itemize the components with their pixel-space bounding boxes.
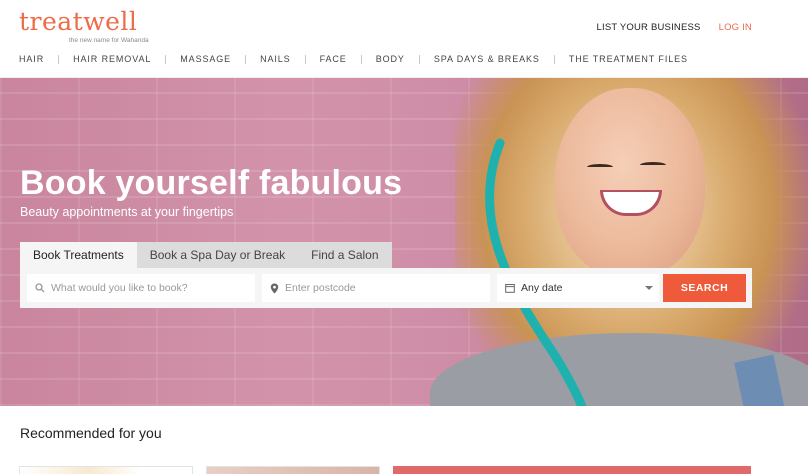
search-icon <box>35 283 45 293</box>
calendar-icon <box>505 283 515 293</box>
chevron-down-icon <box>645 286 653 290</box>
tab-book-spa-day[interactable]: Book a Spa Day or Break <box>136 242 299 268</box>
tab-find-salon[interactable]: Find a Salon <box>298 242 392 268</box>
nav-divider <box>553 54 555 64</box>
treatment-search-input[interactable] <box>51 282 255 294</box>
postcode-input[interactable] <box>285 282 490 294</box>
treatwell-logo[interactable]: treatwell the new name for Wahanda <box>19 7 149 45</box>
recommended-card[interactable] <box>19 466 193 474</box>
site-header: treatwell the new name for Wahanda LIST … <box>0 0 808 78</box>
recommended-heading: Recommended for you <box>20 425 162 441</box>
nav-item-hair[interactable]: HAIR <box>19 54 44 64</box>
nav-divider <box>304 54 306 64</box>
search-panel: Any date SEARCH <box>20 268 752 308</box>
postcode-field[interactable] <box>262 274 490 302</box>
nav-divider <box>165 54 167 64</box>
nav-divider <box>245 54 247 64</box>
nav-item-nails[interactable]: NAILS <box>260 54 291 64</box>
nav-divider <box>418 54 420 64</box>
recommended-card[interactable] <box>393 466 751 474</box>
search-button[interactable]: SEARCH <box>663 274 746 302</box>
logo-tagline: the new name for Wahanda <box>69 37 149 44</box>
hero-banner: Book yourself fabulous Beauty appointmen… <box>0 78 808 406</box>
hero-title: Book yourself fabulous <box>20 164 403 202</box>
location-pin-icon <box>270 283 279 294</box>
category-nav: HAIR HAIR REMOVAL MASSAGE NAILS FACE BOD… <box>19 54 688 64</box>
nav-item-treatment-files[interactable]: THE TREATMENT FILES <box>569 54 688 64</box>
list-your-business-link[interactable]: LIST YOUR BUSINESS <box>597 22 701 33</box>
logo-wordmark: treatwell <box>19 7 138 36</box>
treatment-search-field[interactable] <box>27 274 255 302</box>
hero-photo-eye <box>640 162 666 168</box>
nav-item-body[interactable]: BODY <box>376 54 405 64</box>
top-links: LIST YOUR BUSINESS LOG IN <box>597 22 753 33</box>
nav-item-hair-removal[interactable]: HAIR REMOVAL <box>73 54 151 64</box>
page: treatwell the new name for Wahanda LIST … <box>0 0 808 474</box>
date-select[interactable]: Any date <box>497 274 659 302</box>
recommended-card[interactable] <box>206 466 380 474</box>
nav-item-face[interactable]: FACE <box>320 54 347 64</box>
search-tabs: Book Treatments Book a Spa Day or Break … <box>20 242 392 268</box>
nav-divider <box>58 54 60 64</box>
date-select-value: Any date <box>521 282 563 294</box>
login-link[interactable]: LOG IN <box>719 22 752 33</box>
nav-item-spa-days[interactable]: SPA DAYS & BREAKS <box>434 54 540 64</box>
hero-subtitle: Beauty appointments at your fingertips <box>20 205 234 219</box>
nav-item-massage[interactable]: MASSAGE <box>180 54 231 64</box>
nav-divider <box>360 54 362 64</box>
tab-book-treatments[interactable]: Book Treatments <box>20 242 137 268</box>
